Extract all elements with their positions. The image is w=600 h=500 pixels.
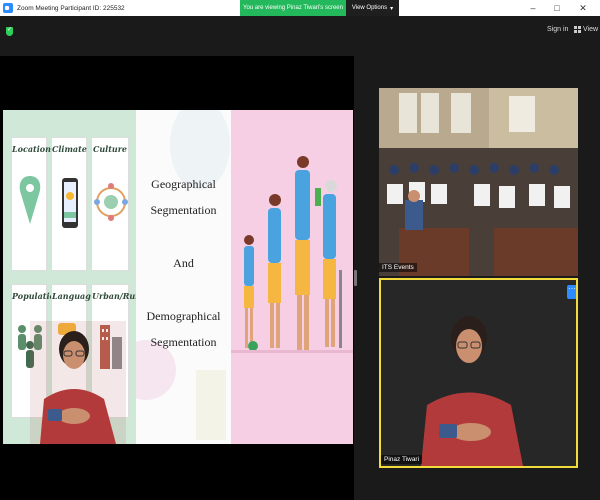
presenter-image: [30, 321, 126, 444]
card-label: Language: [52, 291, 96, 301]
location-pin-icon: [19, 176, 41, 224]
view-options-label: View Options: [351, 5, 388, 11]
slide-illustration-panel: [231, 110, 353, 444]
shield-icon[interactable]: [6, 26, 13, 36]
chevron-down-icon: ▾: [390, 5, 394, 12]
card-label: Population: [12, 291, 61, 301]
sign-in-link[interactable]: Sign in: [547, 26, 568, 33]
speaker-video: [421, 316, 523, 466]
deco-shape: [196, 370, 226, 440]
card-label: Culture: [92, 144, 128, 154]
age-stages-illustration: [231, 156, 353, 353]
close-button[interactable]: ✕: [572, 0, 594, 16]
card-climate: Climate: [51, 137, 87, 271]
card-culture: Culture: [91, 137, 129, 271]
panel-resize-handle[interactable]: [354, 270, 357, 286]
slide-title-line: Segmentation: [150, 203, 217, 217]
minimize-button[interactable]: –: [522, 0, 544, 16]
slide-title-panel: [136, 110, 231, 444]
slide-title-line: Geographical: [151, 177, 216, 191]
classroom-video: [379, 88, 578, 276]
view-button[interactable]: View: [574, 26, 598, 33]
view-button-label: View: [583, 26, 599, 33]
card-label: Urban/Rural: [92, 291, 148, 301]
window-title: Zoom Meeting Participant ID: 225532: [17, 4, 125, 12]
presenter-overlay-video: [30, 321, 126, 444]
participant-name-label: Pinaz Tiwari: [381, 455, 423, 464]
phone-weather-icon: [62, 178, 78, 228]
view-options-button[interactable]: View Options ▾: [346, 0, 399, 16]
video-tile-its-events[interactable]: ITS Events: [379, 88, 578, 276]
zoom-app-icon: [3, 3, 13, 13]
card-label: Location: [12, 144, 51, 154]
maximize-button[interactable]: □: [546, 0, 568, 16]
video-tile-pinaz-tiwari[interactable]: ··· Pinaz Tiwari: [379, 278, 578, 468]
card-location: Location: [11, 137, 51, 271]
slide-title-line: Demographical: [146, 309, 221, 323]
more-options-button[interactable]: ···: [567, 285, 576, 299]
slide-title-line: And: [173, 256, 194, 270]
card-label: Climate: [52, 144, 87, 154]
viewing-screen-banner: You are viewing Pinaz Tiwari's screen: [240, 0, 346, 16]
culture-mandala-icon: [94, 183, 128, 221]
grid-icon: [574, 26, 581, 33]
meeting-topbar: [0, 16, 600, 46]
slide-title-line: Segmentation: [150, 335, 217, 349]
participant-name-label: ITS Events: [379, 263, 417, 272]
